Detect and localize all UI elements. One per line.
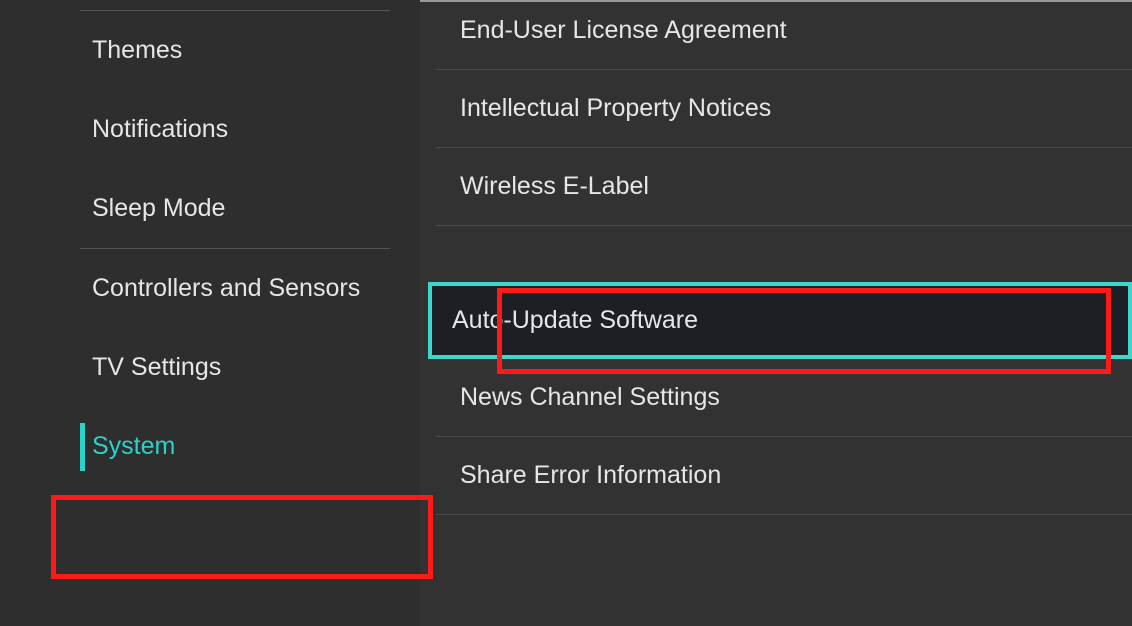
sidebar-item-sleep-mode[interactable]: Sleep Mode xyxy=(0,169,420,248)
sidebar-item-system[interactable]: System xyxy=(0,407,420,486)
content-item-news-channel-settings[interactable]: News Channel Settings xyxy=(436,359,1132,437)
sidebar-item-tv-settings[interactable]: TV Settings xyxy=(0,328,420,407)
settings-sidebar: amiibo Themes Notifications Sleep Mode C… xyxy=(0,0,420,626)
content-item-ip-notices[interactable]: Intellectual Property Notices xyxy=(436,70,1132,148)
sidebar-item-label: Notifications xyxy=(92,115,228,143)
content-inner: End-User License Agreement Intellectual … xyxy=(420,0,1132,515)
content-item-label: Intellectual Property Notices xyxy=(460,94,771,122)
sidebar-item-label: Sleep Mode xyxy=(92,194,225,222)
settings-content-panel: End-User License Agreement Intellectual … xyxy=(420,0,1132,626)
sidebar-item-label: System xyxy=(92,432,175,460)
sidebar-item-controllers-sensors[interactable]: Controllers and Sensors xyxy=(0,249,420,328)
sidebar-item-themes[interactable]: Themes xyxy=(0,11,420,90)
content-group-gap xyxy=(420,226,1132,282)
content-item-label: Auto-Update Software xyxy=(452,306,698,334)
content-item-label: Share Error Information xyxy=(460,461,721,489)
content-item-wireless-elabel[interactable]: Wireless E-Label xyxy=(436,148,1132,226)
content-item-label: End-User License Agreement xyxy=(460,16,787,44)
content-item-share-error-information[interactable]: Share Error Information xyxy=(436,437,1132,515)
content-top-divider xyxy=(420,0,1132,2)
sidebar-item-label: Themes xyxy=(92,36,182,64)
content-item-label: News Channel Settings xyxy=(460,383,720,411)
content-item-auto-update-software[interactable]: Auto-Update Software xyxy=(428,282,1132,359)
sidebar-item-notifications[interactable]: Notifications xyxy=(0,90,420,169)
content-item-eula[interactable]: End-User License Agreement xyxy=(436,6,1132,70)
settings-screen: amiibo Themes Notifications Sleep Mode C… xyxy=(0,0,1132,626)
sidebar-item-label: Controllers and Sensors xyxy=(92,274,360,302)
sidebar-item-amiibo-partial[interactable]: amiibo xyxy=(0,0,420,10)
content-item-label: Wireless E-Label xyxy=(460,172,649,200)
sidebar-item-label: TV Settings xyxy=(92,353,221,381)
